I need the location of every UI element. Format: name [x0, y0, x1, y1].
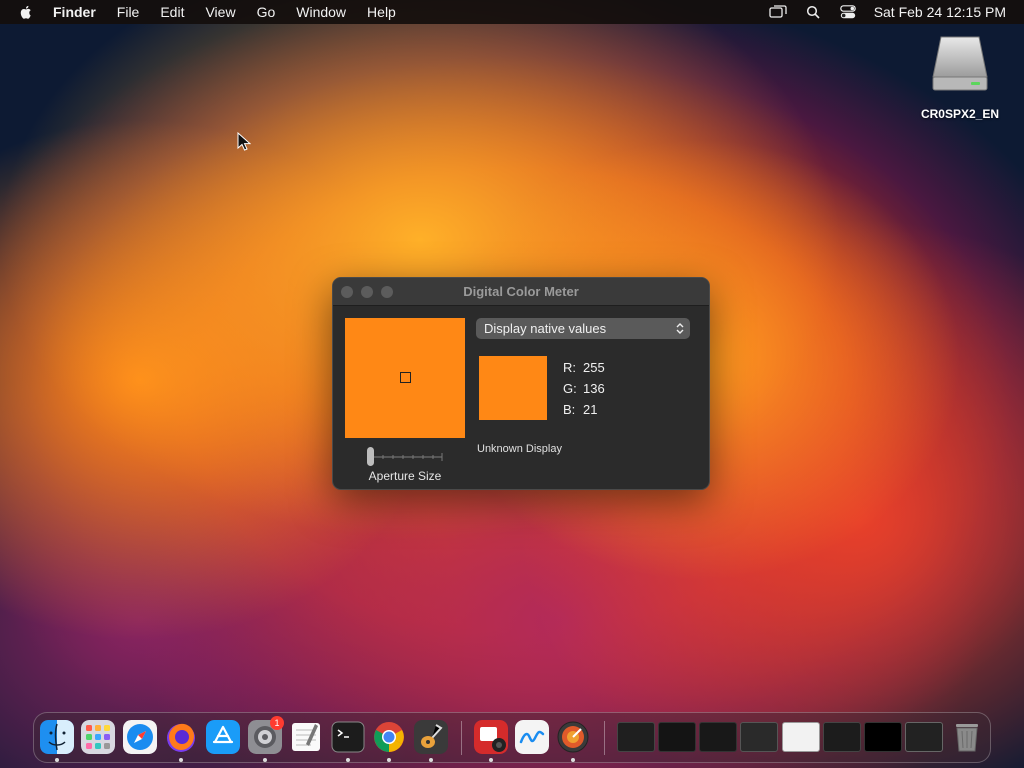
minimized-window-2[interactable]: [658, 722, 696, 752]
instruments-running-dot: [429, 758, 433, 762]
safari-icon[interactable]: [123, 720, 157, 754]
minimized-window-4[interactable]: [740, 722, 778, 752]
terminal-running-dot: [346, 758, 350, 762]
aperture-slider-ticks: [373, 453, 443, 461]
window-title: Digital Color Meter: [463, 284, 579, 299]
minimized-window-7[interactable]: [864, 722, 902, 752]
drive-label: CR0SPX2_EN: [920, 107, 1000, 121]
green-value: 136: [583, 381, 605, 396]
color-space-value: Display native values: [484, 321, 607, 336]
digital-color-meter-window: Digital Color Meter Aperture Size Displa…: [332, 277, 710, 490]
instruments-icon[interactable]: [414, 720, 448, 754]
dock-separator: [461, 721, 462, 755]
window-titlebar[interactable]: Digital Color Meter: [333, 278, 709, 306]
aperture-indicator: [400, 372, 411, 383]
dock: 1: [33, 712, 991, 763]
spotlight-search-icon[interactable]: [804, 3, 822, 21]
finder-running-dot: [55, 758, 59, 762]
freeform-icon[interactable]: [515, 720, 549, 754]
apple-menu-icon[interactable]: [17, 3, 35, 21]
red-label: R:: [563, 360, 576, 375]
screen-mirroring-icon[interactable]: [769, 3, 787, 21]
menu-bar-clock[interactable]: Sat Feb 24 12:15 PM: [874, 4, 1006, 20]
green-label: G:: [563, 381, 577, 396]
chrome-running-dot: [387, 758, 391, 762]
color-space-popup[interactable]: Display native values: [476, 318, 690, 339]
aperture-size-label: Aperture Size: [368, 469, 442, 483]
minimized-window-8[interactable]: [905, 722, 943, 752]
desktop-drive[interactable]: CR0SPX2_EN: [910, 34, 1010, 121]
minimized-window-5[interactable]: [782, 722, 820, 752]
mouse-cursor-icon: [237, 132, 251, 151]
app-store-icon[interactable]: [206, 720, 240, 754]
system-settings-running-dot: [263, 758, 267, 762]
external-drive-icon: [932, 36, 988, 91]
menu-help[interactable]: Help: [367, 4, 396, 20]
blue-value-row: B: 21: [563, 402, 597, 417]
blue-label: B:: [563, 402, 576, 417]
minimized-window-3[interactable]: [699, 722, 737, 752]
firefox-icon[interactable]: [164, 720, 198, 754]
photo-booth-icon[interactable]: [474, 720, 508, 754]
menu-go[interactable]: Go: [257, 4, 276, 20]
magnified-sample-view: [345, 318, 465, 438]
chrome-icon[interactable]: [372, 720, 406, 754]
minimized-window-1[interactable]: [617, 722, 655, 752]
finder-icon[interactable]: [40, 720, 74, 754]
menu-finder[interactable]: Finder: [53, 4, 96, 20]
menu-bar: Finder File Edit View Go Window Help Sat…: [0, 0, 1024, 24]
trash-icon[interactable]: [950, 720, 984, 754]
textedit-icon[interactable]: [289, 720, 323, 754]
popup-chevrons-icon: [676, 323, 684, 334]
red-value-row: R: 255: [563, 360, 605, 375]
firefox-running-dot: [179, 758, 183, 762]
control-center-icon[interactable]: [839, 3, 857, 21]
green-value-row: G: 136: [563, 381, 605, 396]
terminal-icon[interactable]: [331, 720, 365, 754]
menu-window[interactable]: Window: [296, 4, 346, 20]
launchpad-icon[interactable]: [81, 720, 115, 754]
aperture-slider-thumb[interactable]: [367, 447, 374, 466]
menu-file[interactable]: File: [117, 4, 140, 20]
menu-view[interactable]: View: [205, 4, 235, 20]
red-value: 255: [583, 360, 605, 375]
color-swatch: [479, 356, 547, 420]
minimized-window-6[interactable]: [823, 722, 861, 752]
digital-color-meter-icon[interactable]: [556, 720, 590, 754]
digital-color-meter-running-dot: [571, 758, 575, 762]
blue-value: 21: [583, 402, 598, 417]
display-name-label: Unknown Display: [477, 443, 562, 455]
photo-booth-running-dot: [489, 758, 493, 762]
notification-badge: 1: [270, 716, 284, 730]
dock-separator-2: [604, 721, 605, 755]
menu-edit[interactable]: Edit: [160, 4, 184, 20]
